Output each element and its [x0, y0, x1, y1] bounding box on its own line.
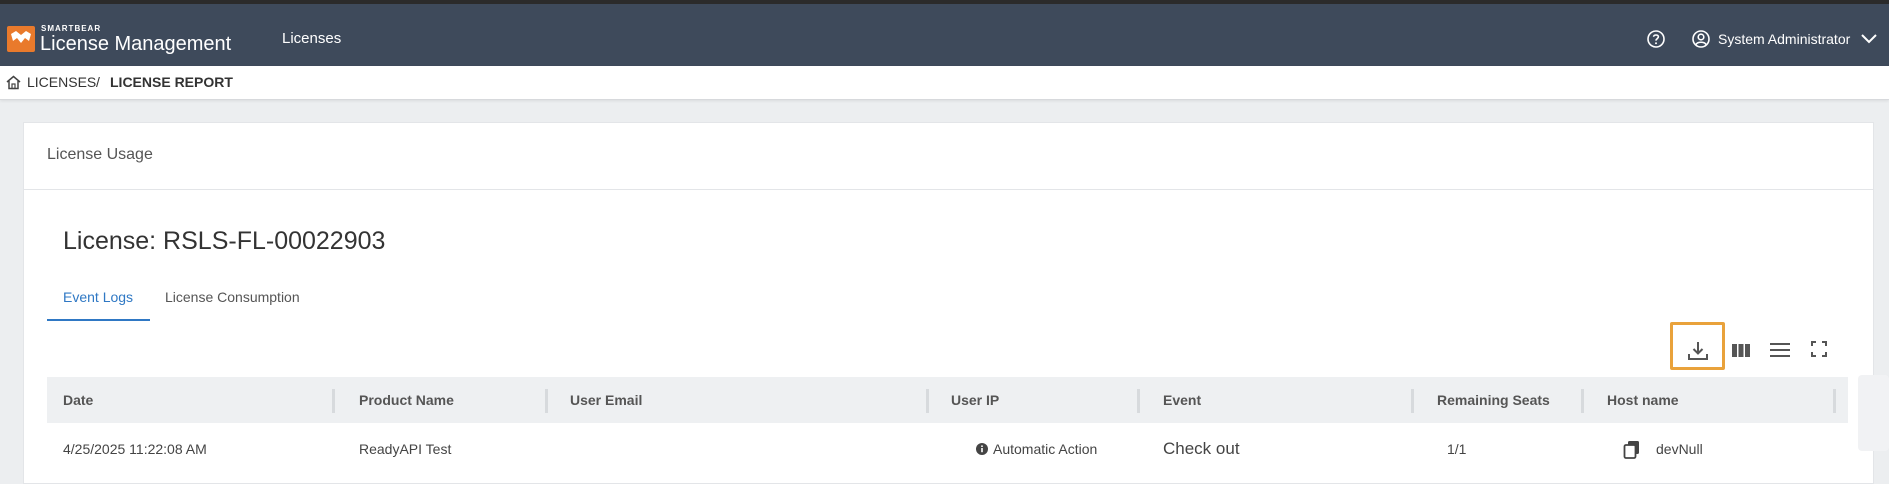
- column-header-user-email[interactable]: User Email: [570, 392, 642, 408]
- cell-product-name: ReadyAPI Test: [359, 441, 452, 457]
- cell-host-name: devNull: [1656, 441, 1703, 457]
- column-resize-handle[interactable]: [1411, 389, 1414, 413]
- nav-item-licenses[interactable]: Licenses: [282, 30, 341, 47]
- active-tab-indicator: [47, 319, 150, 321]
- fullscreen-icon[interactable]: [1810, 340, 1828, 363]
- cell-event: Check out: [1163, 439, 1240, 458]
- column-resize-handle[interactable]: [332, 389, 335, 413]
- download-icon[interactable]: [1687, 340, 1709, 367]
- tab-event-logs[interactable]: Event Logs: [63, 289, 133, 305]
- breadcrumb-separator: /: [96, 74, 100, 90]
- license-title: License: RSLS-FL-00022903: [63, 227, 386, 255]
- cell-remaining-seats: 1/1: [1447, 441, 1467, 457]
- tab-license-consumption[interactable]: License Consumption: [165, 289, 300, 305]
- cell-date: 4/25/2025 11:22:08 AM: [63, 441, 207, 457]
- breadcrumb-licenses[interactable]: LICENSES: [27, 74, 96, 90]
- cell-user-ip: Automatic Action: [993, 441, 1098, 457]
- density-icon[interactable]: [1769, 340, 1791, 365]
- copy-icon[interactable]: [1623, 440, 1641, 460]
- column-header-host-name[interactable]: Host name: [1607, 392, 1679, 408]
- chevron-down-icon[interactable]: [1860, 32, 1878, 46]
- app-title: License Management: [40, 33, 232, 55]
- column-header-remaining-seats[interactable]: Remaining Seats: [1437, 392, 1550, 408]
- home-icon[interactable]: [5, 74, 22, 91]
- help-icon[interactable]: [1646, 29, 1666, 49]
- breadcrumb-license-report: LICENSE REPORT: [110, 74, 233, 90]
- table-header: Date Product Name User Email User IP Eve…: [47, 377, 1848, 423]
- column-resize-handle[interactable]: [1137, 389, 1140, 413]
- card-divider: [24, 189, 1873, 190]
- user-icon[interactable]: [1691, 29, 1711, 49]
- column-resize-handle[interactable]: [1833, 389, 1836, 413]
- column-header-user-ip[interactable]: User IP: [951, 392, 999, 408]
- brand-small-label: SMARTBEAR: [41, 24, 102, 33]
- info-icon: [976, 442, 988, 455]
- column-header-product-name[interactable]: Product Name: [359, 392, 454, 408]
- license-usage-card: License Usage License: RSLS-FL-00022903 …: [23, 122, 1874, 484]
- scrollbar[interactable]: [1858, 375, 1889, 451]
- user-menu-label[interactable]: System Administrator: [1718, 31, 1850, 47]
- breadcrumb: LICENSES / LICENSE REPORT: [0, 66, 1889, 100]
- columns-icon[interactable]: [1731, 340, 1751, 365]
- card-title: License Usage: [47, 146, 153, 163]
- column-header-date[interactable]: Date: [63, 392, 93, 408]
- table-row[interactable]: 4/25/2025 11:22:08 AM ReadyAPI Test Auto…: [47, 423, 1848, 483]
- column-resize-handle[interactable]: [1581, 389, 1584, 413]
- column-header-event[interactable]: Event: [1163, 392, 1201, 408]
- top-navbar: SMARTBEAR License Management Licenses Sy…: [0, 4, 1889, 66]
- logo-icon: [7, 26, 35, 52]
- column-resize-handle[interactable]: [926, 389, 929, 413]
- column-resize-handle[interactable]: [545, 389, 548, 413]
